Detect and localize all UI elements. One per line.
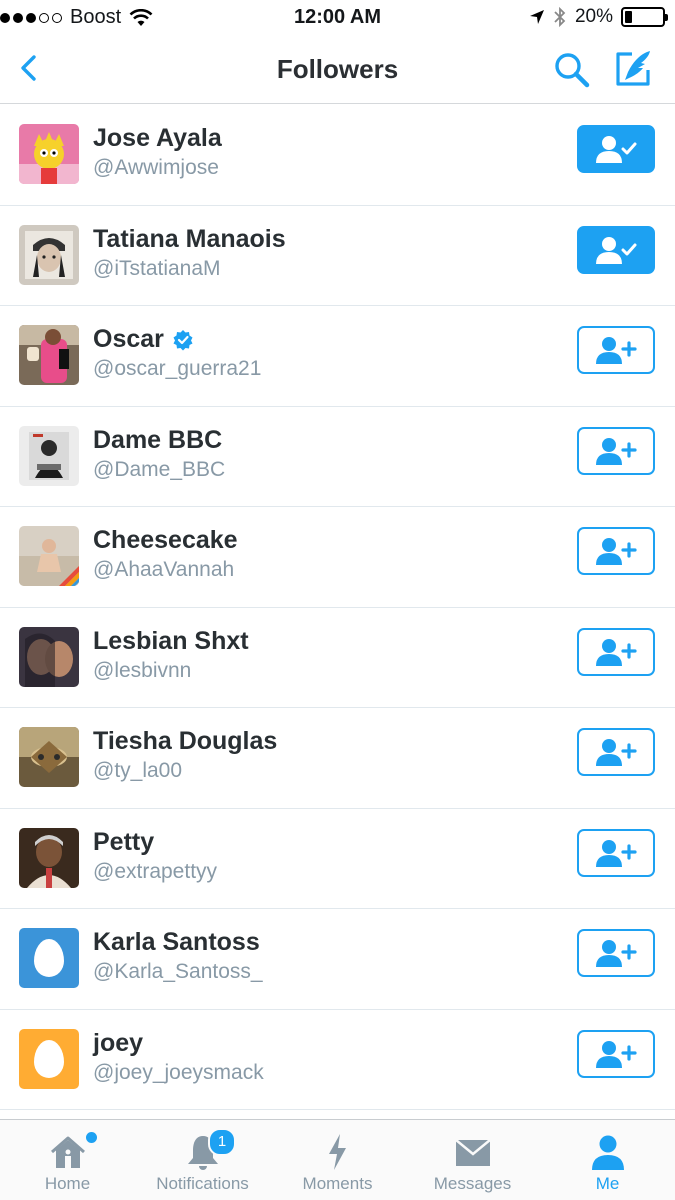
follower-row[interactable]: Karla Santoss @Karla_Santoss_ [0,909,675,1010]
name-line: Tiesha Douglas [93,727,277,756]
verified-badge-icon [173,329,193,350]
follow-button[interactable] [577,828,655,877]
follower-row[interactable]: Cheesecake @AhaaVannah [0,507,675,608]
tab-label: Me [595,1174,620,1193]
follower-handle: @ty_la00 [93,759,183,782]
following-button[interactable] [577,125,655,173]
follower-handle: @joey_joeysmack [93,1060,264,1084]
following-check-icon [596,136,637,163]
battery-level [625,11,632,23]
follow-button[interactable] [577,728,655,776]
name-line: Oscar [93,325,194,354]
follower-name: Jose Ayala [93,124,222,152]
name-line: Cheesecake [93,526,238,555]
follower-name: joey [93,1028,144,1057]
avatar[interactable] [19,425,79,486]
following-check-icon [596,236,637,264]
follower-row[interactable]: Oscar @oscar_guerra21 [0,306,675,407]
name-line: Karla Santoss [93,928,260,957]
new-content-dot [86,1132,97,1143]
avatar[interactable] [19,827,79,888]
avatar[interactable] [19,928,79,988]
follower-name: Cheesecake [93,526,238,554]
home-icon [50,1136,85,1168]
follower-handle: @AhaaVannah [93,558,235,581]
follow-plus-icon [596,1040,637,1068]
follower-name: Karla Santoss [93,928,260,956]
tab-bar: Home 1 Notifications Moments Messages Me [0,1119,675,1200]
avatar[interactable] [19,1028,79,1089]
battery-percent: 20% [574,6,613,27]
follower-row[interactable]: Tatiana Manaois @iTstatianaM [0,206,675,306]
avatar[interactable] [19,727,79,787]
follower-row[interactable]: Jose Ayala @Awwimjose [0,105,675,206]
follow-plus-icon [596,839,637,867]
nav-bar: Followers [0,36,675,104]
follow-button[interactable] [577,326,655,374]
follow-button[interactable] [577,426,655,475]
follower-handle: @Awwimjose [93,156,219,179]
name-line: joey [93,1029,143,1058]
tab-messages[interactable]: Messages [405,1120,540,1200]
follow-plus-icon [596,638,637,666]
follow-plus-icon [596,538,637,565]
follower-handle: @iTstatianaM [93,256,221,280]
bluetooth-icon [554,6,566,28]
avatar[interactable] [19,124,79,184]
status-bar-right: 20% [529,6,668,28]
name-line: Dame BBC [93,426,222,455]
follower-row[interactable]: Petty @extrapettyy [0,809,675,909]
tab-label: Moments [302,1174,373,1193]
tab-label: Messages [433,1174,512,1193]
follower-row[interactable]: Dame BBC @Dame_BBC [0,407,675,507]
follow-button[interactable] [577,527,655,575]
envelope-icon [454,1139,491,1166]
follow-button[interactable] [577,929,655,977]
lightning-icon [328,1134,346,1170]
tab-moments[interactable]: Moments [270,1120,405,1200]
follower-row[interactable]: joey @joey_joeysmack [0,1010,675,1110]
follow-plus-icon [596,739,637,766]
follow-button[interactable] [577,1029,655,1078]
follow-plus-icon [596,337,637,364]
compose-tweet-icon[interactable] [612,48,654,90]
follow-plus-icon [596,437,637,465]
avatar[interactable] [19,626,79,687]
name-line: Jose Ayala [93,124,222,153]
follow-plus-icon [596,940,637,967]
follower-handle: @oscar_guerra21 [93,357,262,380]
following-button[interactable] [577,225,655,274]
tab-notifications[interactable]: 1 Notifications [135,1120,270,1200]
tab-label: Notifications [156,1174,249,1193]
tab-home[interactable]: Home [0,1120,135,1200]
follower-row[interactable]: Tiesha Douglas @ty_la00 [0,708,675,809]
follow-button[interactable] [577,627,655,676]
search-icon[interactable] [552,50,592,90]
follower-name: Lesbian Shxt [93,626,249,655]
status-bar: Boost 12:00 AM 20% [0,0,675,36]
avatar[interactable] [19,526,79,586]
avatar[interactable] [19,325,79,385]
location-arrow-icon [529,10,544,24]
battery-icon [621,7,668,27]
followers-list: Jose Ayala @Awwimjose Tatiana Manaois @iTst… [0,105,675,1110]
tab-me[interactable]: Me [540,1120,675,1200]
name-line: Tatiana Manaois [93,225,286,254]
follower-row[interactable]: Lesbian Shxt @lesbivnn [0,608,675,708]
follower-handle: @Karla_Santoss_ [93,960,263,983]
person-icon [591,1135,624,1170]
follower-name: Oscar [93,325,164,353]
follower-name: Petty [93,827,155,856]
name-line: Petty [93,828,154,857]
notification-badge: 1 [208,1128,236,1156]
avatar[interactable] [19,224,79,285]
follower-handle: @extrapettyy [93,859,218,883]
follower-handle: @Dame_BBC [93,457,226,481]
follower-name: Tatiana Manaois [93,224,286,253]
tab-label: Home [44,1174,91,1193]
follower-handle: @lesbivnn [93,658,192,682]
follower-name: Dame BBC [93,425,223,454]
name-line: Lesbian Shxt [93,627,249,656]
follower-name: Tiesha Douglas [93,727,278,755]
